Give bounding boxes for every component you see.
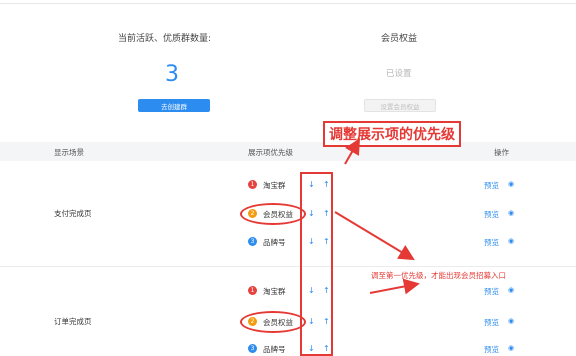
- member-benefit-title: 会员权益: [381, 34, 418, 44]
- top-border: [0, 3, 576, 4]
- setup-benefit-button[interactable]: 设置会员权益: [364, 99, 436, 112]
- col-action-header: 操作: [494, 148, 509, 157]
- member-benefit-status: 已设置: [386, 69, 412, 79]
- eye-icon[interactable]: ◉: [508, 209, 514, 217]
- eye-icon[interactable]: ◉: [508, 286, 514, 294]
- annotation-arrows: [334, 138, 420, 295]
- preview-link[interactable]: 预览: [484, 237, 499, 248]
- preview-link[interactable]: 预览: [484, 344, 499, 355]
- item-label: 淘宝群: [263, 287, 286, 296]
- annotation-callout-priority: 调整展示项的优先级: [323, 121, 461, 147]
- col-priority-header: 展示项优先级: [248, 148, 293, 157]
- annotation-callout-note: 调至第一优先级，才能出现会员招募入口: [371, 271, 506, 280]
- preview-link[interactable]: 预览: [484, 209, 499, 220]
- eye-icon[interactable]: ◉: [508, 237, 514, 245]
- preview-link[interactable]: 预览: [484, 180, 499, 191]
- eye-icon[interactable]: ◉: [508, 317, 514, 325]
- scene-payment-complete: 支付完成页: [54, 209, 92, 218]
- member-benefit-highlight: [240, 311, 306, 333]
- active-groups-title: 当前活跃、优质群数量:: [118, 34, 212, 44]
- member-benefit-highlight: [240, 203, 306, 225]
- item-label: 淘宝群: [263, 181, 286, 190]
- eye-icon[interactable]: ◉: [508, 180, 514, 188]
- priority-badge: 3: [248, 344, 257, 353]
- item-label: 品牌号: [263, 238, 286, 247]
- arrow-from-note: [369, 278, 420, 295]
- priority-badge: 1: [248, 180, 257, 189]
- col-scene-header: 显示场景: [54, 148, 84, 157]
- arrow-to-note: [334, 211, 415, 261]
- eye-icon[interactable]: ◉: [508, 344, 514, 352]
- create-group-button[interactable]: 去创建群: [138, 99, 210, 112]
- priority-badge: 1: [248, 286, 257, 295]
- preview-link[interactable]: 预览: [484, 317, 499, 328]
- preview-link[interactable]: 预览: [484, 286, 499, 297]
- section-divider: [0, 266, 576, 267]
- priority-arrows-highlight: [300, 172, 333, 356]
- scene-order-complete: 订单完成页: [54, 317, 92, 326]
- item-label: 品牌号: [263, 345, 286, 354]
- active-groups-count: 3: [165, 62, 179, 87]
- priority-badge: 3: [248, 237, 257, 246]
